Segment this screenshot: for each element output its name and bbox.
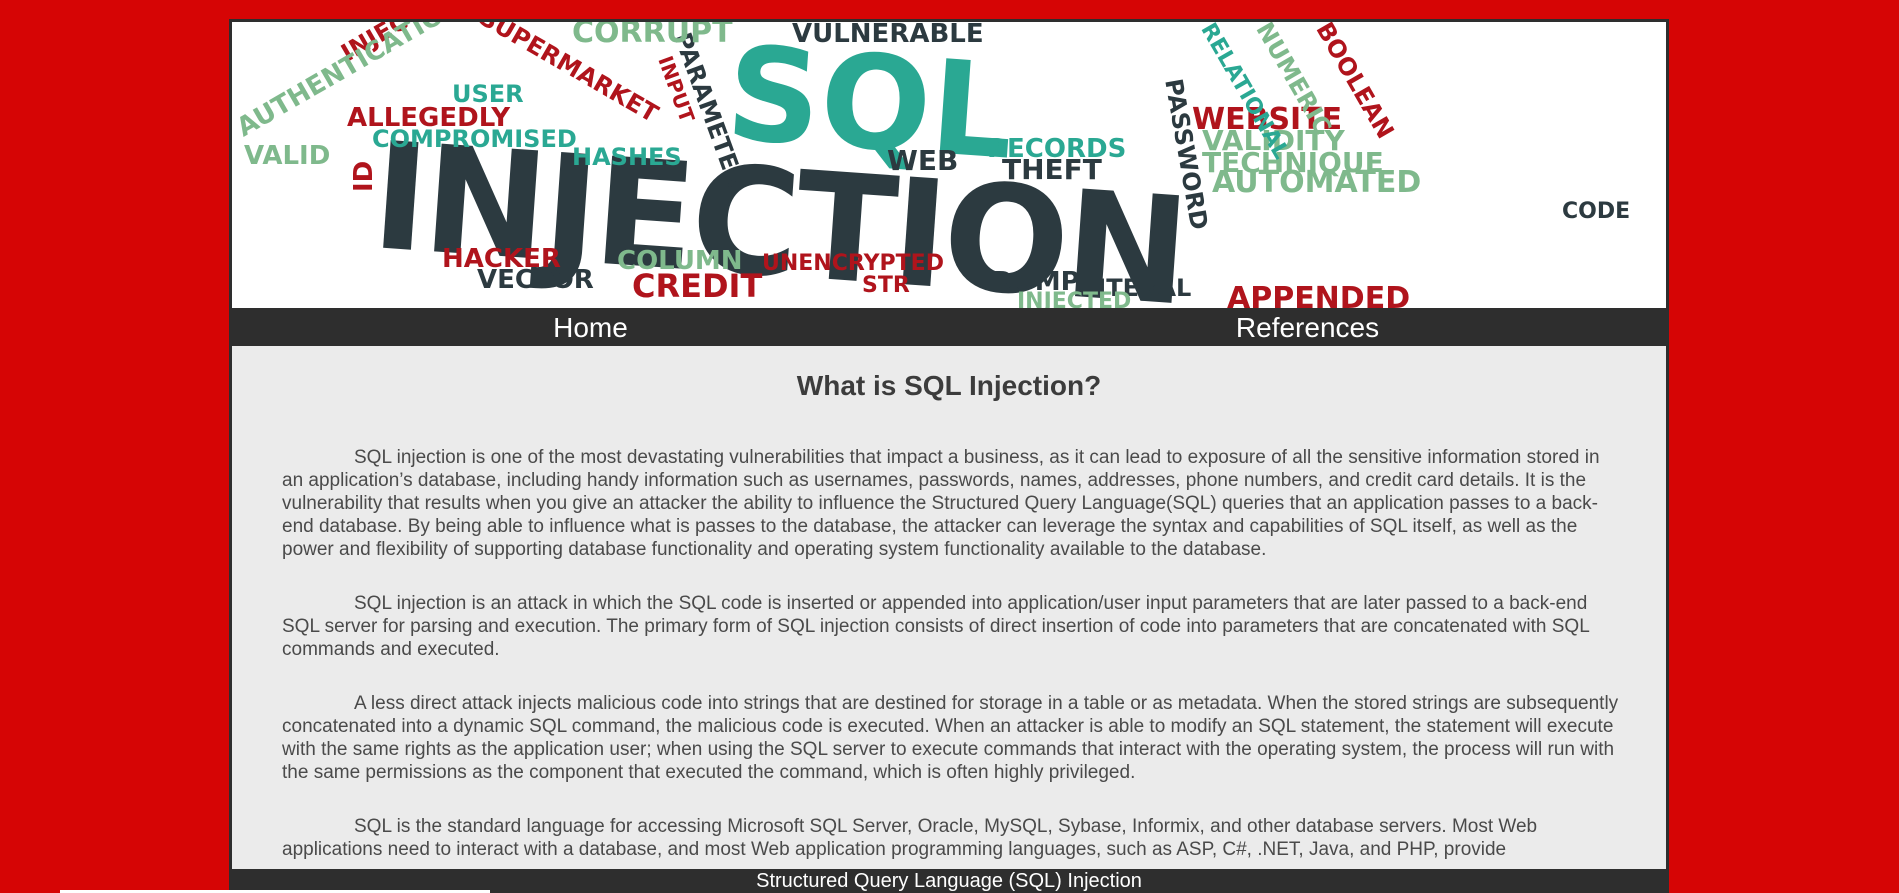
banner-word: CORRUPT	[572, 22, 733, 50]
banner-word: VULNERABLE	[792, 22, 984, 49]
paragraph: SQL is the standard language for accessi…	[282, 816, 1538, 860]
banner-word: WEB	[887, 144, 958, 177]
paragraph: SQL injection is one of the most devasta…	[282, 447, 1600, 560]
banner-word: COMPROMISED	[372, 125, 577, 153]
nav-references-link[interactable]: References	[949, 310, 1666, 346]
banner-word: VECTOR	[477, 265, 594, 295]
main-content: What is SQL Injection? SQL injection is …	[232, 346, 1666, 890]
banner-word: AUTOMATED	[1212, 165, 1421, 200]
banner-word: VALID	[244, 141, 330, 171]
page-title: What is SQL Injection?	[796, 370, 1102, 401]
banner-word: CODE	[1562, 199, 1630, 224]
footer-text: Structured Query Language (SQL) Injectio…	[756, 869, 1142, 892]
banner-word: ID	[349, 161, 379, 192]
page-frame: SQL INJECTION VULNERABLE PARAMETER INPUT…	[229, 19, 1669, 893]
banner-word: STR	[862, 273, 910, 298]
banner-word: RECORDS	[987, 134, 1126, 164]
word-cloud: SQL INJECTION VULNERABLE PARAMETER INPUT…	[232, 22, 1630, 308]
banner-word: INJECTED	[1017, 289, 1131, 308]
article-body: SQL injection is one of the most devasta…	[232, 446, 1666, 861]
banner-word: APPENDED	[1227, 281, 1410, 308]
banner-word: UNENCRYPTED	[762, 251, 944, 276]
banner-image: SQL INJECTION VULNERABLE PARAMETER INPUT…	[232, 22, 1666, 308]
nav-bar: Home References	[232, 310, 1666, 346]
banner-word: HASHES	[572, 143, 682, 171]
paragraph: A less direct attack injects malicious c…	[282, 693, 1619, 783]
paragraph: SQL injection is an attack in which the …	[282, 593, 1590, 660]
banner-word: CREDIT	[632, 267, 762, 305]
nav-home-link[interactable]: Home	[232, 310, 949, 346]
